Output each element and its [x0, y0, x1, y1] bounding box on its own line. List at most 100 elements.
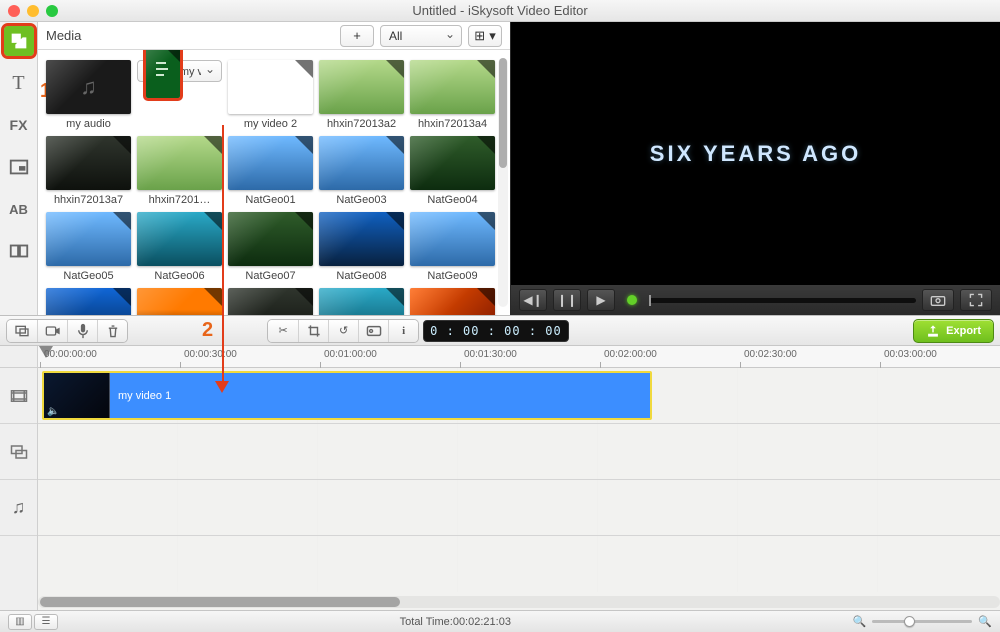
media-item[interactable]: my video 1 [137, 60, 222, 82]
annotation-arrow-line [222, 125, 224, 383]
media-item[interactable]: NatGeo03 [319, 136, 404, 208]
mid-toolbar: 2 ✂ ↺ i 0 : 00 : 00 : 00 Export [0, 316, 1000, 346]
export-button[interactable]: Export [913, 319, 994, 343]
media-item[interactable]: NatGeo05 [46, 212, 131, 284]
layout-toggle-b[interactable]: ☰ [34, 614, 58, 630]
crop-button[interactable] [298, 320, 328, 342]
media-caption: hhxin72013a2 [319, 118, 404, 132]
add-media-button[interactable]: + [340, 25, 374, 47]
video-clip[interactable]: my video 1 [42, 371, 652, 420]
ruler-label: 00:03:00:00 [884, 349, 937, 360]
media-thumbnail [46, 212, 131, 266]
cut-button[interactable]: ✂ [268, 320, 298, 342]
snapshot-button[interactable] [922, 289, 954, 311]
media-caption: NatGeo04 [410, 194, 495, 208]
media-header: Media + All ⊞▾ [38, 22, 510, 50]
media-thumbnail [319, 60, 404, 114]
media-thumbnail [46, 136, 131, 190]
media-item[interactable]: NatGeo06 [137, 212, 222, 284]
record-mic-button[interactable] [67, 320, 97, 342]
clip-label: my video 1 [118, 390, 171, 402]
layout-toggle-a[interactable]: ▥ [8, 614, 32, 630]
record-screen-button[interactable] [7, 320, 37, 342]
media-thumbnail [146, 50, 180, 98]
record-cam-button[interactable] [37, 320, 67, 342]
pause-button[interactable]: ❙❙ [553, 289, 581, 311]
media-scrollbar[interactable] [498, 58, 508, 307]
media-thumbnail: ♫ [46, 60, 131, 114]
audio-track-icon[interactable]: ♫ [0, 480, 37, 536]
timecode-display: 0 : 00 : 00 : 00 [423, 320, 569, 342]
preview-panel: SIX YEARS AGO ◀❙ ❙❙ ▶ [510, 22, 1000, 315]
zoom-in-icon[interactable]: 🔍 [978, 615, 992, 628]
media-caption: NatGeo03 [319, 194, 404, 208]
media-filter-select[interactable]: All [380, 25, 462, 47]
audio-track[interactable] [38, 480, 1000, 536]
zoom-slider[interactable] [872, 620, 972, 623]
pip-track[interactable] [38, 424, 1000, 480]
tool-pip[interactable] [4, 152, 34, 182]
tool-transition[interactable] [4, 236, 34, 266]
timeline-body: 00:00:00:0000:00:30:0000:01:00:0000:01:3… [38, 346, 1000, 610]
media-item[interactable]: hhxin72013a2 [319, 60, 404, 132]
media-thumbnail [410, 136, 495, 190]
media-item[interactable]: hhxin72013a4 [410, 60, 495, 132]
ruler-label: 00:02:00:00 [604, 349, 657, 360]
play-button[interactable]: ▶ [587, 289, 615, 311]
media-item[interactable] [410, 288, 495, 315]
tool-ab[interactable]: AB [4, 194, 34, 224]
media-scroll-thumb[interactable] [499, 58, 507, 168]
progress-bar[interactable] [649, 298, 916, 303]
enhance-button[interactable] [358, 320, 388, 342]
info-button[interactable]: i [388, 320, 418, 342]
media-caption: my audio [46, 118, 131, 132]
timeline-hscroll-thumb[interactable] [40, 597, 400, 607]
media-thumbnail [410, 60, 495, 114]
video-preview[interactable]: SIX YEARS AGO [511, 22, 1000, 285]
timeline-hscroll[interactable] [38, 596, 1000, 608]
timeline-tracks: my video 1 [38, 368, 1000, 592]
media-item[interactable]: NatGeo09 [410, 212, 495, 284]
total-time: Total Time:00:02:21:03 [66, 616, 845, 628]
zoom-knob[interactable] [904, 616, 915, 627]
pip-track-icon[interactable] [0, 424, 37, 480]
delete-button[interactable] [97, 320, 127, 342]
media-item[interactable]: hhxin7201… [137, 136, 222, 208]
undo-button[interactable]: ↺ [328, 320, 358, 342]
video-track-icon[interactable] [0, 368, 37, 424]
media-item[interactable]: hhxin72013a7 [46, 136, 131, 208]
media-thumbnail [319, 288, 404, 315]
media-item[interactable] [46, 288, 131, 315]
titlebar: Untitled - iSkysoft Video Editor [0, 0, 1000, 22]
tool-fx[interactable]: FX [4, 110, 34, 140]
edit-group: ✂ ↺ i [267, 319, 419, 343]
media-thumbnail [410, 212, 495, 266]
media-item[interactable] [137, 288, 222, 315]
media-grid: ♫ my audio my video 1 my video 2 hhxin72013a… [38, 50, 510, 315]
media-panel: Media + All ⊞▾ ♫ my audio my video 1 my vid… [38, 22, 510, 315]
media-thumbnail [137, 212, 222, 266]
spare-track[interactable] [38, 536, 1000, 592]
media-item[interactable]: NatGeo04 [410, 136, 495, 208]
left-toolstrip: T FX AB [0, 22, 38, 315]
media-item[interactable]: NatGeo01 [228, 136, 313, 208]
media-caption: NatGeo09 [410, 270, 495, 284]
ruler-label: 00:01:30:00 [464, 349, 517, 360]
media-item[interactable]: my video 2 [228, 60, 313, 132]
media-item[interactable]: NatGeo07 [228, 212, 313, 284]
zoom-out-icon[interactable]: 🔍 [853, 615, 867, 628]
media-label: Media [46, 28, 81, 43]
media-item[interactable] [319, 288, 404, 315]
timeline-ruler[interactable]: 00:00:00:0000:00:30:0000:01:00:0000:01:3… [38, 346, 1000, 368]
tool-text[interactable]: T [4, 68, 34, 98]
prev-button[interactable]: ◀❙ [519, 289, 547, 311]
media-caption: hhxin72013a4 [410, 118, 495, 132]
media-item[interactable]: ♫ my audio [46, 60, 131, 132]
fullscreen-button[interactable] [960, 289, 992, 311]
media-item[interactable]: NatGeo08 [319, 212, 404, 284]
video-track[interactable]: my video 1 [38, 368, 1000, 424]
tool-media[interactable] [4, 26, 34, 56]
view-mode-button[interactable]: ⊞▾ [468, 25, 502, 47]
media-item[interactable] [228, 288, 313, 315]
media-thumbnail [410, 288, 495, 315]
